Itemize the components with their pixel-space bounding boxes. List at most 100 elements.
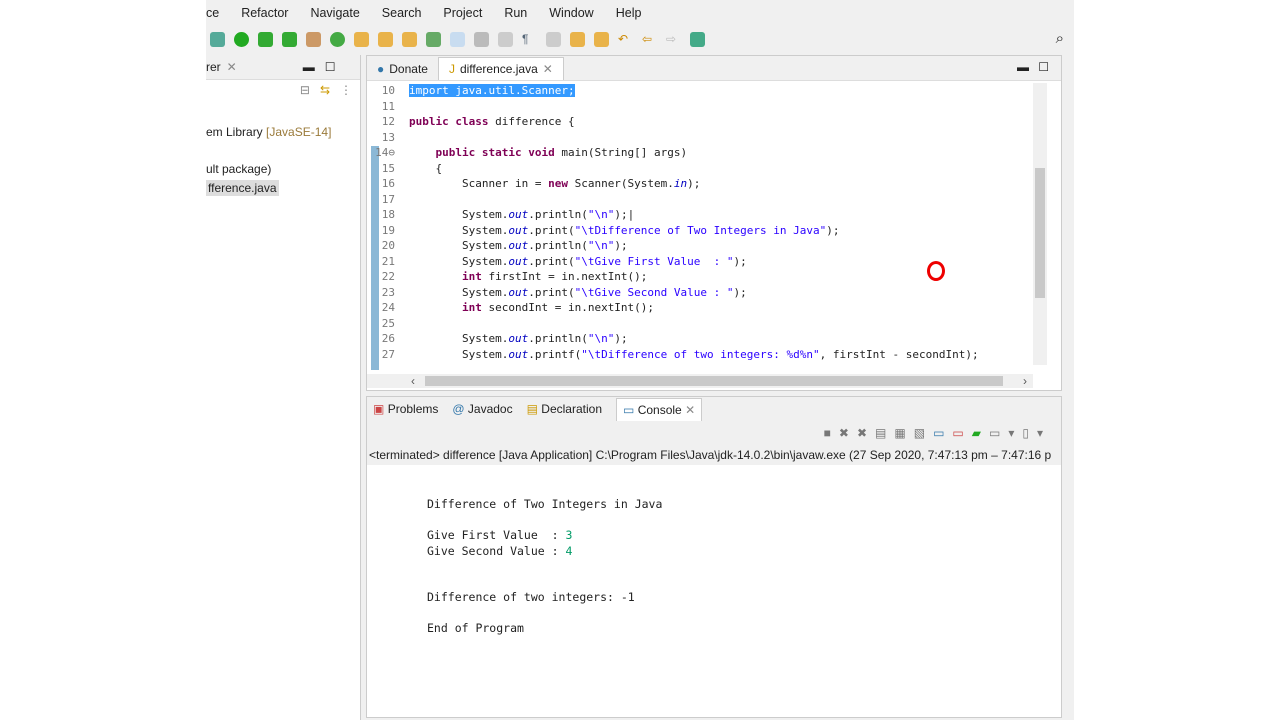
- maximize-icon[interactable]: ☐: [325, 60, 336, 74]
- toggle-breadcrumb-icon[interactable]: [426, 31, 441, 47]
- code-token: out: [508, 363, 528, 365]
- open-folder-icon[interactable]: [378, 31, 393, 47]
- minimize-icon[interactable]: ▬: [303, 60, 315, 74]
- menu-navigate[interactable]: Navigate: [310, 6, 359, 20]
- link-editor-icon[interactable]: ⇆: [320, 83, 330, 97]
- tab-problems[interactable]: ▣ Problems: [373, 402, 438, 416]
- line-number: 21: [381, 254, 395, 268]
- menu-project[interactable]: Project: [443, 6, 482, 20]
- tab-console[interactable]: ▭ Console ✕: [616, 397, 703, 421]
- collapse-all-icon[interactable]: ⊟: [300, 83, 310, 97]
- pin-console-icon[interactable]: ▰: [972, 426, 989, 440]
- code-token: );: [733, 285, 747, 299]
- horizontal-scrollbar[interactable]: ‹ ›: [367, 374, 1033, 388]
- code-token: .println(: [528, 208, 588, 221]
- scroll-lock-icon[interactable]: ▦: [894, 426, 913, 440]
- menu-run[interactable]: Run: [504, 6, 527, 20]
- close-tab-icon[interactable]: ✕: [543, 62, 553, 76]
- menu-window[interactable]: Window: [549, 6, 593, 20]
- mark-occurrences-icon[interactable]: [450, 31, 465, 47]
- external-tools-icon[interactable]: [282, 31, 297, 47]
- at-icon: @: [452, 402, 465, 416]
- tree-item-package[interactable]: ult package): [206, 162, 271, 176]
- tab-label: difference.java: [459, 62, 538, 76]
- console-text: Difference of Two Integers in Java: [427, 497, 663, 511]
- open-perspective-icon[interactable]: [690, 31, 705, 47]
- code-token: .print(: [528, 223, 575, 237]
- code-token: .println(: [528, 332, 588, 345]
- close-icon[interactable]: ✕: [227, 60, 237, 74]
- package-explorer: rer ✕ ▬ ☐ ⊟ ⇆ ⋮ em Library [JavaSE-14] ult pa…: [206, 55, 361, 720]
- vertical-scrollbar[interactable]: [1033, 83, 1047, 365]
- console-line: Give Second Value : 4: [427, 544, 662, 560]
- open-type-icon[interactable]: [354, 31, 369, 47]
- next-annotation-icon[interactable]: [570, 31, 585, 47]
- tab-difference-java[interactable]: Jdifference.java ✕: [437, 57, 564, 80]
- search-icon[interactable]: ⌕: [1056, 30, 1064, 47]
- line-number: 18: [381, 208, 395, 221]
- line-number: 19: [381, 223, 395, 237]
- toolbar: ¶ ↶ ⇦ ⇨: [206, 27, 1074, 51]
- debug-icon[interactable]: [210, 31, 225, 47]
- clear-console-icon[interactable]: ▤: [875, 426, 894, 440]
- new-class-icon[interactable]: [330, 31, 345, 47]
- search-task-icon[interactable]: [402, 31, 417, 47]
- tab-javadoc[interactable]: @ Javadoc: [452, 402, 512, 416]
- new-package-icon[interactable]: [306, 31, 321, 47]
- whitespace-icon[interactable]: ¶: [522, 32, 537, 47]
- word-wrap-icon[interactable]: ▧: [914, 426, 933, 440]
- remove-launch-icon[interactable]: ✖: [839, 426, 857, 440]
- menu-search[interactable]: Search: [382, 6, 422, 20]
- mouse-cursor-marker: [927, 261, 945, 281]
- minimize-icon[interactable]: ▬: [1017, 60, 1029, 74]
- view-menu-icon[interactable]: ⋮: [340, 83, 352, 97]
- block-selection-icon[interactable]: [474, 31, 489, 47]
- globe-icon: ●: [377, 62, 385, 76]
- display-console-icon[interactable]: ▭▾: [989, 426, 1022, 440]
- word-wrap-icon[interactable]: [498, 31, 513, 47]
- menu-ce[interactable]: ce: [206, 6, 219, 20]
- tab-label: Javadoc: [467, 402, 513, 416]
- back-icon[interactable]: ⇦: [642, 32, 657, 47]
- tab-label: Console: [637, 402, 682, 417]
- tab-declaration[interactable]: ▤ Declaration: [527, 402, 602, 416]
- show-stderr-icon[interactable]: ▭: [952, 426, 971, 440]
- skip-breakpoints-icon[interactable]: [546, 31, 561, 47]
- code-token: "\tDifference of two integers: %d%n": [581, 347, 820, 361]
- menu-bar: ce Refactor Navigate Search Project Run Window…: [206, 0, 1074, 26]
- tree-item-file[interactable]: fference.java: [206, 180, 279, 196]
- terminate-icon[interactable]: ■: [824, 426, 839, 440]
- code-token: .print(: [528, 285, 575, 299]
- menu-refactor[interactable]: Refactor: [241, 6, 288, 20]
- code-token: System.: [409, 223, 509, 237]
- code-token: "\tDifference of Two Integers in Java": [574, 223, 827, 237]
- show-stdout-icon[interactable]: ▭: [933, 426, 952, 440]
- remove-all-icon[interactable]: ✖: [857, 426, 875, 440]
- forward-icon[interactable]: ⇨: [666, 32, 681, 47]
- console-output[interactable]: Difference of Two Integers in Java Give F…: [427, 497, 662, 637]
- package-explorer-tab[interactable]: rer: [206, 60, 221, 74]
- code-area[interactable]: 10 import java.util.Scanner; 11 12 public cl…: [367, 83, 1033, 365]
- console-line: End of Program: [427, 621, 662, 637]
- code-line: 12 public class difference {: [367, 114, 1033, 130]
- code-token: );|: [614, 208, 635, 221]
- tree-item-jre[interactable]: em Library [JavaSE-14]: [206, 125, 331, 139]
- line-number: 17: [381, 192, 395, 206]
- code-token: in: [673, 177, 688, 190]
- coverage-icon[interactable]: [258, 31, 273, 47]
- code-editor[interactable]: ● Donate Jdifference.java ✕ ▬ ☐ 10 import j…: [366, 55, 1062, 391]
- code-token: );: [614, 239, 628, 252]
- code-token: out: [508, 254, 529, 268]
- open-console-icon[interactable]: ▯▾: [1022, 426, 1051, 440]
- maximize-icon[interactable]: ☐: [1038, 60, 1049, 74]
- tab-donate[interactable]: ● Donate: [367, 58, 438, 80]
- menu-help[interactable]: Help: [616, 6, 642, 20]
- close-tab-icon[interactable]: ✕: [685, 403, 695, 417]
- code-token: out: [508, 332, 529, 345]
- last-edit-icon[interactable]: ↶: [618, 32, 633, 47]
- run-icon[interactable]: [234, 31, 249, 47]
- console-toolbar: ■✖✖▤▦▧▭▭▰▭▾▯▾: [367, 421, 1061, 445]
- prev-annotation-icon[interactable]: [594, 31, 609, 47]
